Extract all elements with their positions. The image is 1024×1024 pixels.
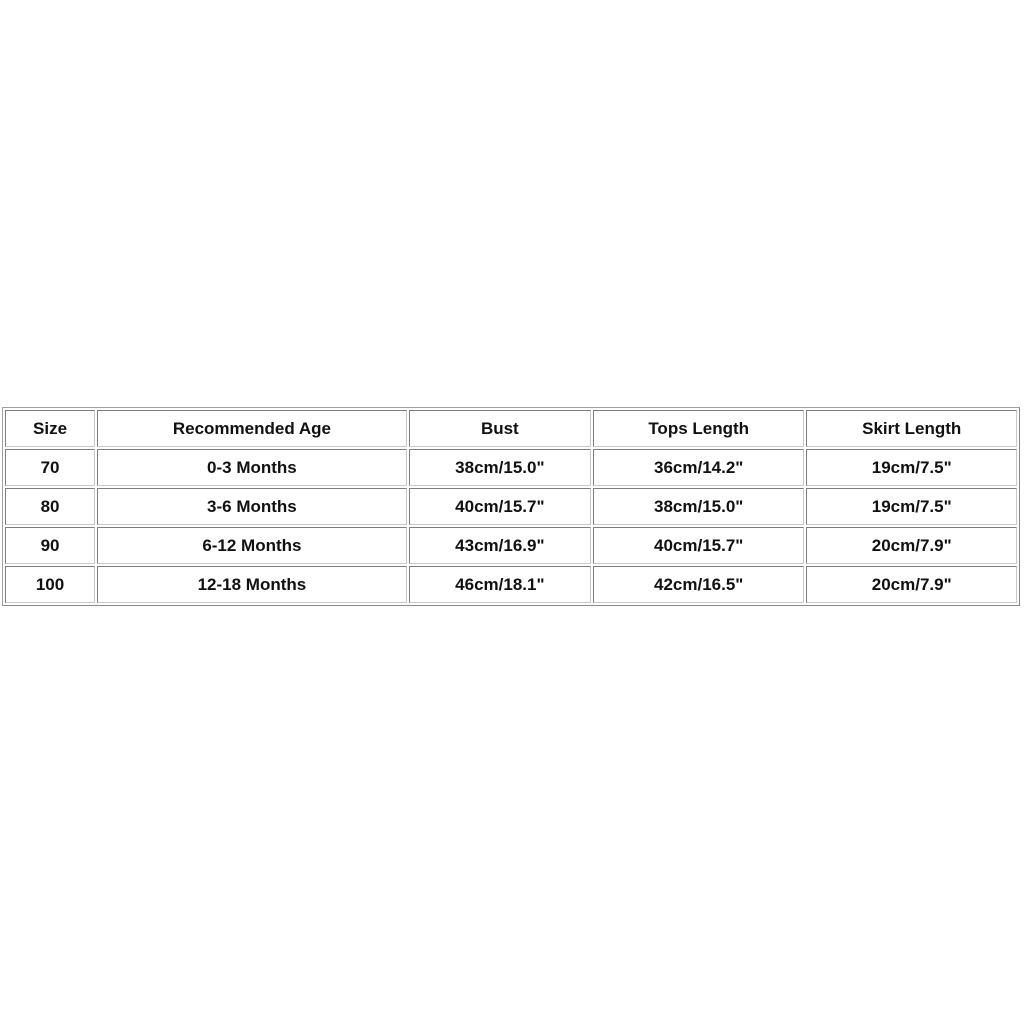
cell-skirt-length: 20cm/7.9" xyxy=(806,527,1017,564)
cell-tops-length: 38cm/15.0" xyxy=(592,488,805,525)
cell-bust: 46cm/18.1" xyxy=(408,566,591,603)
cell-bust: 40cm/15.7" xyxy=(408,488,591,525)
table-row: 80 3-6 Months 40cm/15.7" 38cm/15.0" 19cm… xyxy=(5,488,1017,525)
cell-recommended-age: 6-12 Months xyxy=(97,527,407,564)
header-bust: Bust xyxy=(408,410,591,447)
cell-recommended-age: 3-6 Months xyxy=(97,488,407,525)
size-chart-table: Size Recommended Age Bust Tops Length Sk… xyxy=(2,407,1020,606)
cell-recommended-age: 12-18 Months xyxy=(97,566,407,603)
cell-skirt-length: 19cm/7.5" xyxy=(806,449,1017,486)
cell-bust: 43cm/16.9" xyxy=(408,527,591,564)
header-tops-length: Tops Length xyxy=(592,410,805,447)
table-row: 100 12-18 Months 46cm/18.1" 42cm/16.5" 2… xyxy=(5,566,1017,603)
cell-bust: 38cm/15.0" xyxy=(408,449,591,486)
cell-size: 100 xyxy=(5,566,96,603)
cell-size: 80 xyxy=(5,488,96,525)
table-header-row: Size Recommended Age Bust Tops Length Sk… xyxy=(5,410,1017,447)
header-recommended-age: Recommended Age xyxy=(97,410,407,447)
header-skirt-length: Skirt Length xyxy=(806,410,1017,447)
cell-size: 90 xyxy=(5,527,96,564)
table-row: 70 0-3 Months 38cm/15.0" 36cm/14.2" 19cm… xyxy=(5,449,1017,486)
cell-tops-length: 36cm/14.2" xyxy=(592,449,805,486)
header-size: Size xyxy=(5,410,96,447)
cell-skirt-length: 19cm/7.5" xyxy=(806,488,1017,525)
cell-tops-length: 40cm/15.7" xyxy=(592,527,805,564)
cell-recommended-age: 0-3 Months xyxy=(97,449,407,486)
cell-skirt-length: 20cm/7.9" xyxy=(806,566,1017,603)
cell-tops-length: 42cm/16.5" xyxy=(592,566,805,603)
table-row: 90 6-12 Months 43cm/16.9" 40cm/15.7" 20c… xyxy=(5,527,1017,564)
cell-size: 70 xyxy=(5,449,96,486)
